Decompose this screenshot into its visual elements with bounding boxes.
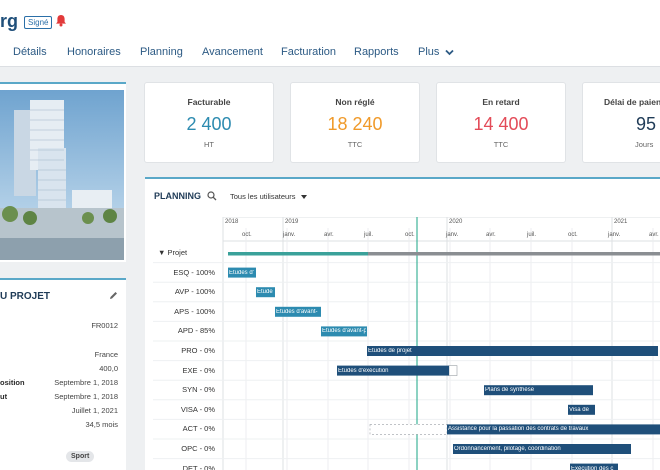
gantt-month-label: oct. (242, 232, 252, 238)
gantt-year-label: 2018 (225, 219, 239, 225)
project-header: rg Signé Détails Honoraires Planning Ava… (0, 0, 660, 67)
kpi-label: Facturable (187, 97, 231, 107)
project-date: Juillet 1, 2021 (71, 406, 118, 415)
tab-more[interactable]: Plus (418, 46, 455, 58)
gantt-year-label: 2020 (449, 219, 463, 225)
gantt-row-label: EXE - 0% (182, 365, 215, 375)
users-filter-label: Tous les utilisateurs (230, 192, 296, 201)
caret-down-icon (300, 195, 307, 200)
gantt-month-label: oct. (405, 232, 415, 238)
kpi-unit: HT (204, 140, 214, 149)
gantt-month-label: janv. (608, 232, 621, 238)
tab-more-label: Plus (418, 46, 440, 58)
gantt-row-label: OPC - 0% (181, 444, 215, 453)
info-label: ut (0, 392, 8, 401)
project-nav: Détails Honoraires Planning Avancement F… (0, 40, 660, 64)
kpi-card: Délai de paien 95 Jours (583, 83, 660, 162)
gantt-month-label: janv. (446, 232, 459, 238)
gantt-bar-label[interactable]: Plans de synthèse (485, 387, 592, 393)
project-date: Septembre 1, 2018 (54, 378, 118, 387)
pencil-icon[interactable] (109, 291, 118, 300)
gantt-bar-label[interactable]: Études d'exécution (338, 368, 448, 374)
gantt-project-row[interactable]: ▼ Projet (158, 248, 187, 257)
gantt-month-label: avr. (486, 232, 496, 238)
project-country: France (94, 350, 118, 359)
gantt-month-label: oct. (568, 232, 578, 238)
gantt-row-label: APD - 85% (177, 326, 215, 336)
kpi-unit: Jours (635, 140, 654, 149)
search-icon[interactable] (207, 191, 217, 201)
planning-title: PLANNING (154, 191, 201, 201)
info-label: osition (0, 378, 25, 387)
gantt-bar-label[interactable]: Études d' (229, 270, 255, 276)
kpi-label: Non réglé (335, 97, 375, 107)
kpi-unit: TTC (347, 140, 363, 149)
gantt-bar-ghost (369, 424, 448, 435)
gantt-row-label: DET - 0% (182, 463, 215, 470)
tab-details[interactable]: Détails (13, 46, 47, 58)
gantt-month-label: avr. (324, 232, 334, 238)
status-badge: Signé (24, 16, 53, 29)
kpi-value: 18 240 (327, 114, 383, 134)
gantt-row-label: VISA - 0% (180, 404, 215, 414)
gantt-bar-label[interactable]: Ordonnancement, pilotage, coordination (454, 446, 630, 452)
gantt-year-label: 2019 (285, 219, 299, 225)
project-info-title: U PROJET (0, 291, 51, 302)
kpi-card: Facturable 2 400 HT (145, 83, 273, 162)
project-amount: 400,0 (99, 364, 118, 373)
users-filter[interactable]: Tous les utilisateurs (230, 192, 307, 201)
gantt-row-label: AVP - 100% (174, 287, 215, 297)
kpi-card: En retard 14 400 TTC (437, 83, 565, 162)
gantt-chart: 2018 2019 2020 2021 oct. janv. avr. juil. oct. ja… (145, 217, 660, 470)
tab-planning[interactable]: Planning (140, 46, 183, 58)
project-photo-card (0, 82, 126, 262)
kpi-card: Non réglé 18 240 TTC (291, 83, 419, 162)
gantt-bar-label[interactable]: Études d'avant-p (322, 328, 366, 334)
project-duration: 34,5 mois (85, 420, 118, 429)
project-info-card: U PROJET FR0012 France 400,0 osition Sep… (0, 278, 126, 470)
gantt-month-label: juil. (527, 232, 537, 238)
kpi-value: 14 400 (473, 114, 529, 134)
tab-reports[interactable]: Rapports (354, 46, 399, 58)
planning-panel: PLANNING Tous les utilisateurs 2018 2019 2… (145, 177, 660, 470)
project-photo (0, 90, 124, 260)
tab-fees[interactable]: Honoraires (67, 46, 121, 58)
gantt-bar-label[interactable]: Études de projet (368, 348, 657, 354)
gantt-year-label: 2021 (614, 219, 628, 225)
gantt-row-label: ACT - 0% (182, 424, 215, 434)
project-tag: Sport (66, 451, 95, 462)
project-title: rg (0, 11, 18, 31)
kpi-label: Délai de paien (604, 97, 660, 107)
gantt-bar-label[interactable]: Étude (257, 289, 274, 295)
project-date: Septembre 1, 2018 (54, 392, 118, 401)
gantt-bar-label[interactable]: Assistance pour la passation des contrat… (448, 426, 660, 432)
gantt-bar-label[interactable]: Exécution des c (571, 466, 617, 470)
gantt-row-label: PRO - 0% (181, 346, 215, 355)
gantt-row-label: SYN - 0% (182, 385, 215, 395)
gantt-row-label: APS - 100% (174, 306, 215, 316)
gantt-month-label: avr. (649, 232, 659, 238)
gantt-bar-label[interactable]: Études d'avant- (276, 309, 320, 315)
project-code: FR0012 (91, 321, 118, 330)
kpi-value: 95 (636, 114, 657, 134)
gantt-row-label: ESQ - 100% (173, 267, 215, 277)
bell-icon[interactable] (55, 14, 67, 27)
tab-progress[interactable]: Avancement (202, 46, 263, 58)
gantt-month-label: juil. (364, 232, 374, 238)
kpi-label: En retard (482, 97, 520, 107)
kpi-value: 2 400 (186, 114, 232, 134)
project-progress-bar (228, 252, 368, 256)
gantt-month-label: janv. (283, 232, 296, 238)
chevron-down-icon (445, 49, 455, 55)
gantt-bar-label[interactable]: Visa de (569, 407, 594, 413)
gantt-bar-ghost (448, 365, 458, 376)
tab-billing[interactable]: Facturation (281, 46, 336, 58)
kpi-unit: TTC (493, 140, 509, 149)
